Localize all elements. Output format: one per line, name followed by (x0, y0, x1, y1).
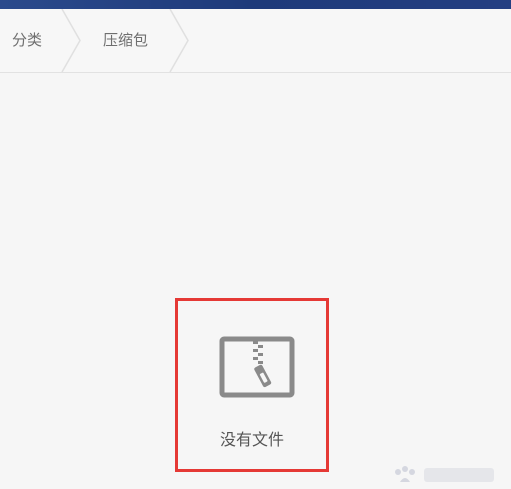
breadcrumb: 分类 压缩包 (0, 9, 511, 73)
breadcrumb-separator-icon (61, 9, 81, 72)
file-manager-screen: 分类 压缩包 没有文件 (0, 0, 511, 489)
empty-state-message: 没有文件 (219, 430, 284, 449)
watermark-logo (395, 466, 494, 482)
breadcrumb-item-category[interactable]: 分类 (12, 9, 42, 72)
breadcrumb-item-archives[interactable]: 压缩包 (103, 9, 148, 72)
breadcrumb-separator-icon (169, 9, 189, 72)
status-bar (0, 0, 511, 9)
zip-archive-icon (219, 336, 295, 398)
